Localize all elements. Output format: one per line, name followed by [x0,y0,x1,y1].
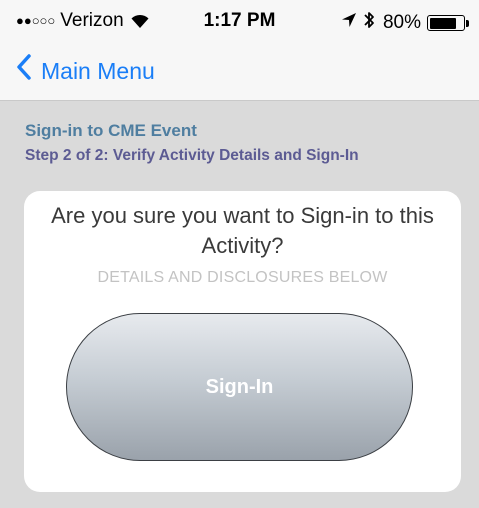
battery-fill [429,17,456,29]
navigation-bar: Main Menu [0,40,479,100]
location-arrow-icon [341,12,357,34]
bluetooth-icon [363,10,375,36]
signin-button-label: Sign-In [205,375,274,398]
status-right: 80% [341,10,469,36]
chevron-left-icon [16,54,41,87]
disclosure-note: DETAILS AND DISCLOSURES BELOW [97,269,388,286]
step-subtitle: Step 2 of 2: Verify Activity Details and… [25,147,359,164]
back-button-label: Main Menu [41,57,155,84]
confirmation-question: Are you sure you want to Sign-in to this… [51,203,434,258]
status-bar: ●●○○○ Verizon 1:17 PM 80% [0,0,479,40]
main-content: Sign-in to CME Event Step 2 of 2: Verify… [0,100,479,508]
page-title: Sign-in to CME Event [25,121,197,140]
signin-card: Are you sure you want to Sign-in to this… [24,191,461,492]
battery-tip [466,19,469,27]
signin-button[interactable]: Sign-In [66,313,413,461]
battery-icon [427,15,465,31]
back-button[interactable]: Main Menu [16,54,155,87]
battery-percent: 80% [382,12,421,33]
